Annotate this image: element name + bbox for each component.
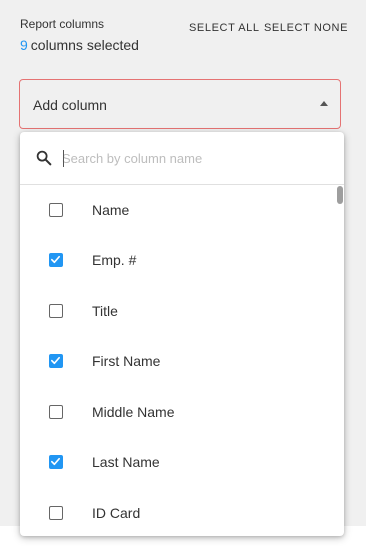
- scrollbar-thumb[interactable]: [337, 186, 343, 204]
- checkbox-icon[interactable]: [49, 203, 63, 217]
- checkbox-icon[interactable]: [49, 304, 63, 318]
- columns-selected-count: 9 columns selected: [20, 37, 139, 53]
- column-item-name[interactable]: Name: [20, 186, 336, 236]
- checkbox-icon[interactable]: [49, 506, 63, 520]
- checkbox-icon[interactable]: [49, 405, 63, 419]
- selected-count-number: 9: [20, 37, 28, 53]
- column-item-label: Emp. #: [92, 252, 137, 268]
- column-item-label: Middle Name: [92, 404, 175, 420]
- column-item-label: ID Card: [92, 505, 141, 521]
- column-item-first-name[interactable]: First Name: [20, 337, 336, 387]
- column-item-emp-number[interactable]: Emp. #: [20, 236, 336, 286]
- add-column-select[interactable]: Add column: [19, 79, 341, 129]
- column-item-id-card[interactable]: ID Card: [20, 489, 336, 536]
- search-row: [20, 132, 344, 185]
- column-dropdown-menu: Name Emp. # Title First Name Middle Name…: [20, 132, 344, 536]
- column-item-middle-name[interactable]: Middle Name: [20, 388, 336, 438]
- checkbox-checked-icon[interactable]: [49, 455, 63, 469]
- selected-count-suffix: columns selected: [30, 37, 139, 53]
- text-cursor: [63, 150, 64, 167]
- select-none-button[interactable]: SELECT NONE: [264, 22, 348, 34]
- report-columns-label: Report columns: [20, 17, 105, 31]
- search-icon: [36, 150, 52, 166]
- column-item-label: Name: [92, 202, 130, 218]
- column-item-label: Last Name: [92, 454, 160, 470]
- list-scrollbar[interactable]: [336, 185, 344, 536]
- select-all-button[interactable]: SELECT ALL: [189, 22, 260, 34]
- add-column-label: Add column: [33, 97, 107, 113]
- checkbox-checked-icon[interactable]: [49, 253, 63, 267]
- column-item-last-name[interactable]: Last Name: [20, 438, 336, 488]
- column-search-input[interactable]: [62, 147, 322, 169]
- column-item-label: Title: [92, 303, 118, 319]
- column-item-title[interactable]: Title: [20, 287, 336, 337]
- column-item-label: First Name: [92, 353, 161, 369]
- caret-up-icon: [320, 101, 328, 106]
- checkbox-checked-icon[interactable]: [49, 354, 63, 368]
